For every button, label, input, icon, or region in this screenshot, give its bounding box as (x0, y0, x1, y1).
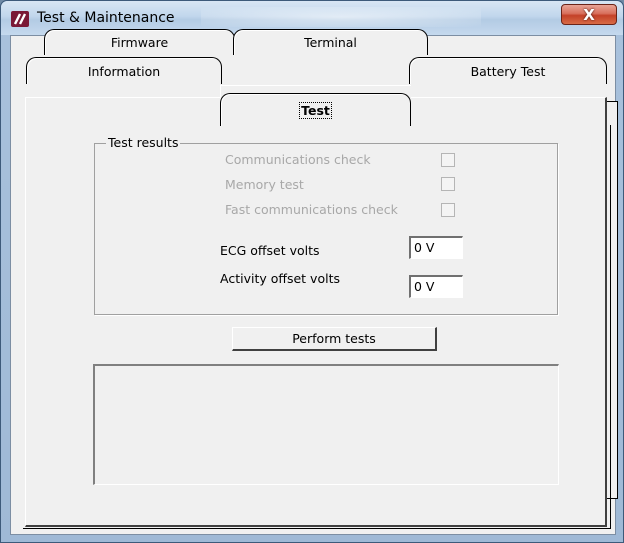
close-icon: X (583, 5, 595, 24)
tab-terminal[interactable]: Terminal (233, 29, 428, 55)
window-frame: Test & Maintenance X Firmware Terminal I… (0, 0, 624, 543)
fast-communications-check-label: Fast communications check (225, 202, 398, 217)
close-button[interactable]: X (561, 4, 617, 25)
communications-check-label: Communications check (225, 152, 371, 167)
fast-communications-check-checkbox[interactable] (441, 203, 455, 217)
tab-label: Firmware (110, 35, 169, 50)
tab-label-active: Test (299, 101, 332, 119)
test-results-group (94, 143, 558, 315)
tab-firmware[interactable]: Firmware (44, 29, 235, 55)
tab-test[interactable]: Test (220, 93, 411, 126)
communications-check-checkbox[interactable] (441, 153, 455, 167)
tab-label: Battery Test (470, 63, 546, 79)
test-results-label: Test results (106, 135, 181, 150)
tab-label: Information (87, 63, 161, 79)
ecg-offset-field[interactable]: 0 V (409, 236, 463, 259)
activity-offset-field[interactable]: 0 V (409, 275, 463, 298)
tab-information[interactable]: Information (26, 57, 222, 84)
memory-test-label: Memory test (225, 177, 304, 192)
ecg-offset-label: ECG offset volts (220, 243, 320, 258)
activity-offset-label: Activity offset volts (220, 271, 340, 286)
tab-label: Terminal (304, 35, 357, 50)
app-logo-icon (11, 11, 29, 27)
memory-test-checkbox[interactable] (441, 177, 455, 191)
test-output-box[interactable] (93, 364, 559, 485)
tab-battery-test[interactable]: Battery Test (409, 57, 607, 84)
window-title: Test & Maintenance (37, 10, 175, 26)
perform-tests-button[interactable]: Perform tests (232, 327, 437, 351)
perform-tests-label: Perform tests (292, 331, 376, 346)
